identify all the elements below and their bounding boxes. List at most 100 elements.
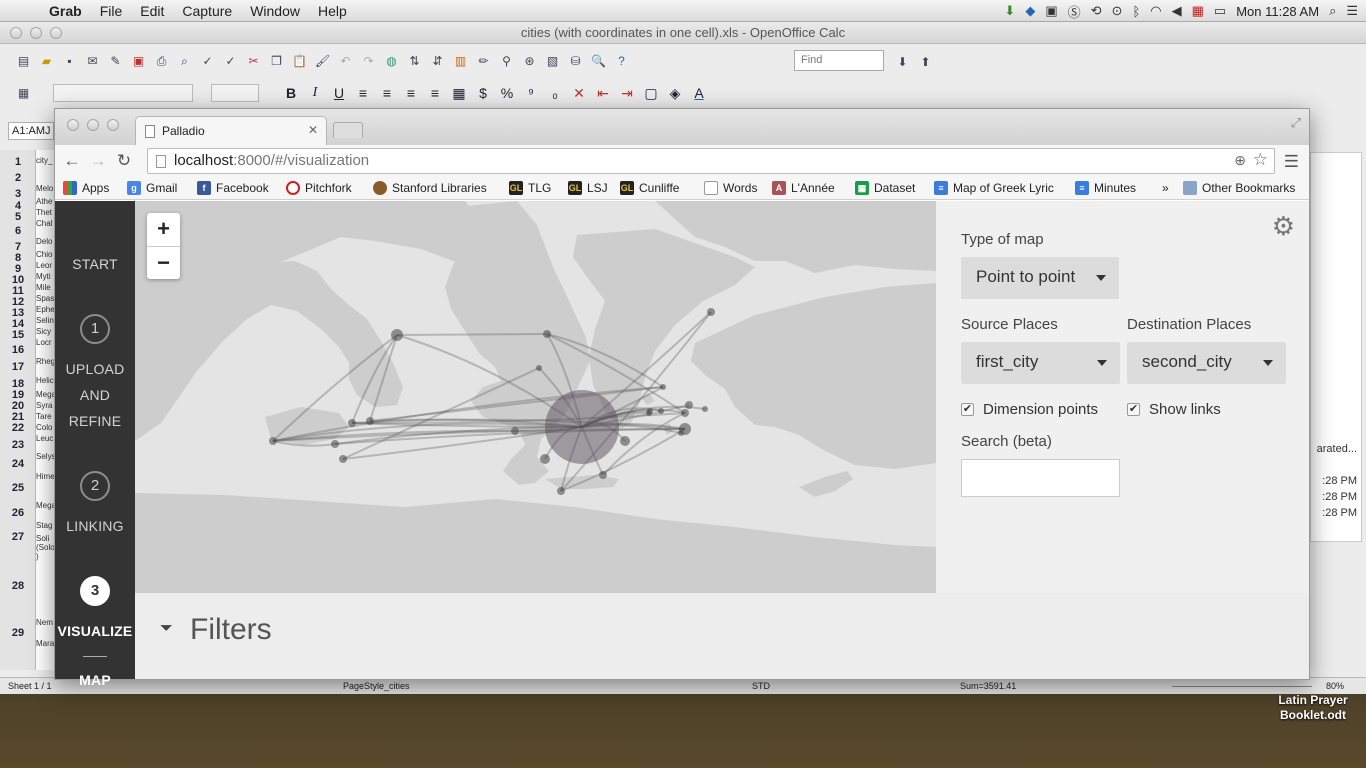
cell-text[interactable]: city_ — [36, 156, 56, 165]
address-bar[interactable]: localhost:8000/#/visualization ⊕ ☆ — [147, 148, 1275, 174]
bookmark-pitchfork[interactable]: Pitchfork — [286, 181, 352, 195]
new-document-icon[interactable]: ▤ — [14, 52, 33, 71]
row-header[interactable]: 27 — [0, 531, 36, 543]
row-header[interactable]: 25 — [0, 482, 36, 494]
bookmark-stanford-libraries[interactable]: Stanford Libraries — [373, 181, 487, 195]
city-point[interactable] — [536, 365, 542, 371]
cell-text[interactable]: Nem — [36, 618, 56, 627]
new-tab-button[interactable] — [333, 122, 363, 138]
reload-icon[interactable]: ↻ — [111, 151, 137, 171]
wifi-icon[interactable]: ◠ — [1150, 3, 1161, 19]
city-point[interactable] — [511, 427, 519, 435]
spotlight-search-icon[interactable]: ⌕ — [1329, 3, 1336, 19]
step-1-number[interactable]: 1 — [80, 314, 110, 344]
find-previous-icon[interactable]: ⬆ — [916, 52, 935, 71]
cell-text[interactable]: Athe — [36, 197, 56, 206]
gallery-icon[interactable]: ▧ — [543, 52, 562, 71]
row-header[interactable]: 17 — [0, 361, 36, 373]
draw-icon[interactable]: ✏ — [474, 52, 493, 71]
row-header[interactable]: 22 — [0, 422, 36, 434]
font-name-box[interactable] — [53, 84, 193, 102]
increase-indent-icon[interactable]: ⇥ — [617, 83, 637, 103]
percent-icon[interactable]: % — [497, 83, 517, 103]
menu-help[interactable]: Help — [309, 3, 356, 19]
background-color-icon[interactable]: ◈ — [665, 83, 685, 103]
sort-ascending-icon[interactable]: ⇅ — [405, 52, 424, 71]
row-header[interactable]: 6 — [0, 225, 36, 237]
bookmark-lsj[interactable]: GL LSJ — [568, 181, 608, 195]
standard-number-icon[interactable]: ⁹ — [521, 83, 541, 103]
zoom-magnifier-icon[interactable]: ⊕ — [1234, 152, 1246, 169]
print-preview-icon[interactable]: ⌕ — [175, 52, 194, 71]
nav-visualize[interactable]: VISUALIZE — [55, 618, 135, 644]
bookmark-apps[interactable]: Apps — [63, 181, 109, 195]
cut-icon[interactable]: ✂ — [244, 52, 263, 71]
menu-file[interactable]: File — [91, 3, 132, 19]
cell-text[interactable]: Hime — [36, 472, 56, 481]
forward-icon[interactable]: → — [85, 151, 111, 171]
city-point[interactable] — [599, 471, 607, 479]
city-point[interactable] — [678, 430, 684, 436]
cell-text[interactable]: Tare — [36, 412, 56, 421]
cell-text[interactable]: Syra — [36, 401, 56, 410]
city-point[interactable] — [660, 384, 666, 390]
cell-text[interactable]: Leor — [36, 261, 56, 270]
chrome-menu-icon[interactable]: ☰ — [1284, 152, 1299, 172]
other-bookmarks[interactable]: Other Bookmarks — [1183, 181, 1295, 195]
city-point[interactable] — [543, 330, 551, 338]
athens-point[interactable] — [545, 390, 619, 464]
align-center-icon[interactable]: ≡ — [377, 83, 397, 103]
tab-close-icon[interactable]: ✕ — [308, 123, 318, 137]
bookmark-tlg[interactable]: GL TLG — [509, 181, 551, 195]
city-point[interactable] — [658, 408, 664, 414]
name-box[interactable]: A1:AMJ — [8, 122, 54, 140]
row-header[interactable]: 26 — [0, 507, 36, 519]
filters-heading[interactable]: Filters — [190, 613, 272, 647]
checkbox-checked-icon[interactable]: ✔ — [1127, 403, 1140, 416]
print-icon[interactable]: ⎙ — [152, 52, 171, 71]
copy-icon[interactable]: ❐ — [267, 52, 286, 71]
save-icon[interactable]: ▪ — [60, 52, 79, 71]
cell-text[interactable]: Chal — [36, 219, 56, 228]
skype-icon[interactable]: Ⓢ — [1068, 2, 1081, 21]
pdf-export-icon[interactable]: ▣ — [129, 52, 148, 71]
app-status-icon[interactable]: ▣ — [1045, 3, 1057, 19]
bookmark-map-of-greek-lyric[interactable]: ≡ Map of Greek Lyric — [934, 181, 1054, 195]
browser-close-button[interactable] — [67, 119, 79, 131]
cell-text[interactable]: Helic — [36, 376, 56, 385]
city-point[interactable] — [339, 455, 347, 463]
row-header[interactable]: 3 — [0, 188, 36, 200]
row-header[interactable]: 29 — [0, 627, 36, 639]
cell-text[interactable]: Mega — [36, 390, 56, 399]
city-point[interactable] — [391, 329, 403, 341]
city-point[interactable] — [702, 406, 708, 412]
zoom-slider[interactable] — [1172, 686, 1312, 687]
align-right-icon[interactable]: ≡ — [401, 83, 421, 103]
city-point[interactable] — [707, 308, 715, 316]
browser-zoom-button[interactable] — [107, 119, 119, 131]
row-header[interactable]: 5 — [0, 211, 36, 223]
row-header[interactable]: 24 — [0, 458, 36, 470]
row-header[interactable]: 16 — [0, 344, 36, 356]
calc-close-button[interactable] — [10, 27, 22, 39]
cell-text[interactable]: Mile — [36, 283, 56, 292]
cell-text[interactable]: Selys — [36, 452, 56, 461]
spellcheck-icon[interactable]: ✓ — [198, 52, 217, 71]
cell-text[interactable]: Mara — [36, 639, 56, 648]
tab-palladio[interactable]: Palladio ✕ — [135, 116, 327, 146]
cell-text[interactable]: Rheg — [36, 357, 56, 366]
paste-icon[interactable]: 📋 — [290, 52, 309, 71]
bookmark-facebook[interactable]: f Facebook — [197, 181, 269, 195]
step-2-number[interactable]: 2 — [80, 471, 110, 501]
bold-icon[interactable]: B — [281, 83, 301, 103]
cell-text[interactable]: Colo — [36, 423, 56, 432]
delete-decimal-icon[interactable]: ✕ — [569, 83, 589, 103]
cell-text[interactable]: Melo — [36, 184, 56, 193]
find-replace-icon[interactable]: ⚲ — [497, 52, 516, 71]
cell-text[interactable]: Mega — [36, 501, 56, 510]
decrease-indent-icon[interactable]: ⇤ — [593, 83, 613, 103]
type-of-map-select[interactable]: Point to point — [961, 257, 1119, 299]
row-header[interactable]: 28 — [0, 580, 36, 592]
cell-text[interactable]: ) — [36, 552, 56, 561]
font-size-box[interactable] — [211, 84, 259, 102]
